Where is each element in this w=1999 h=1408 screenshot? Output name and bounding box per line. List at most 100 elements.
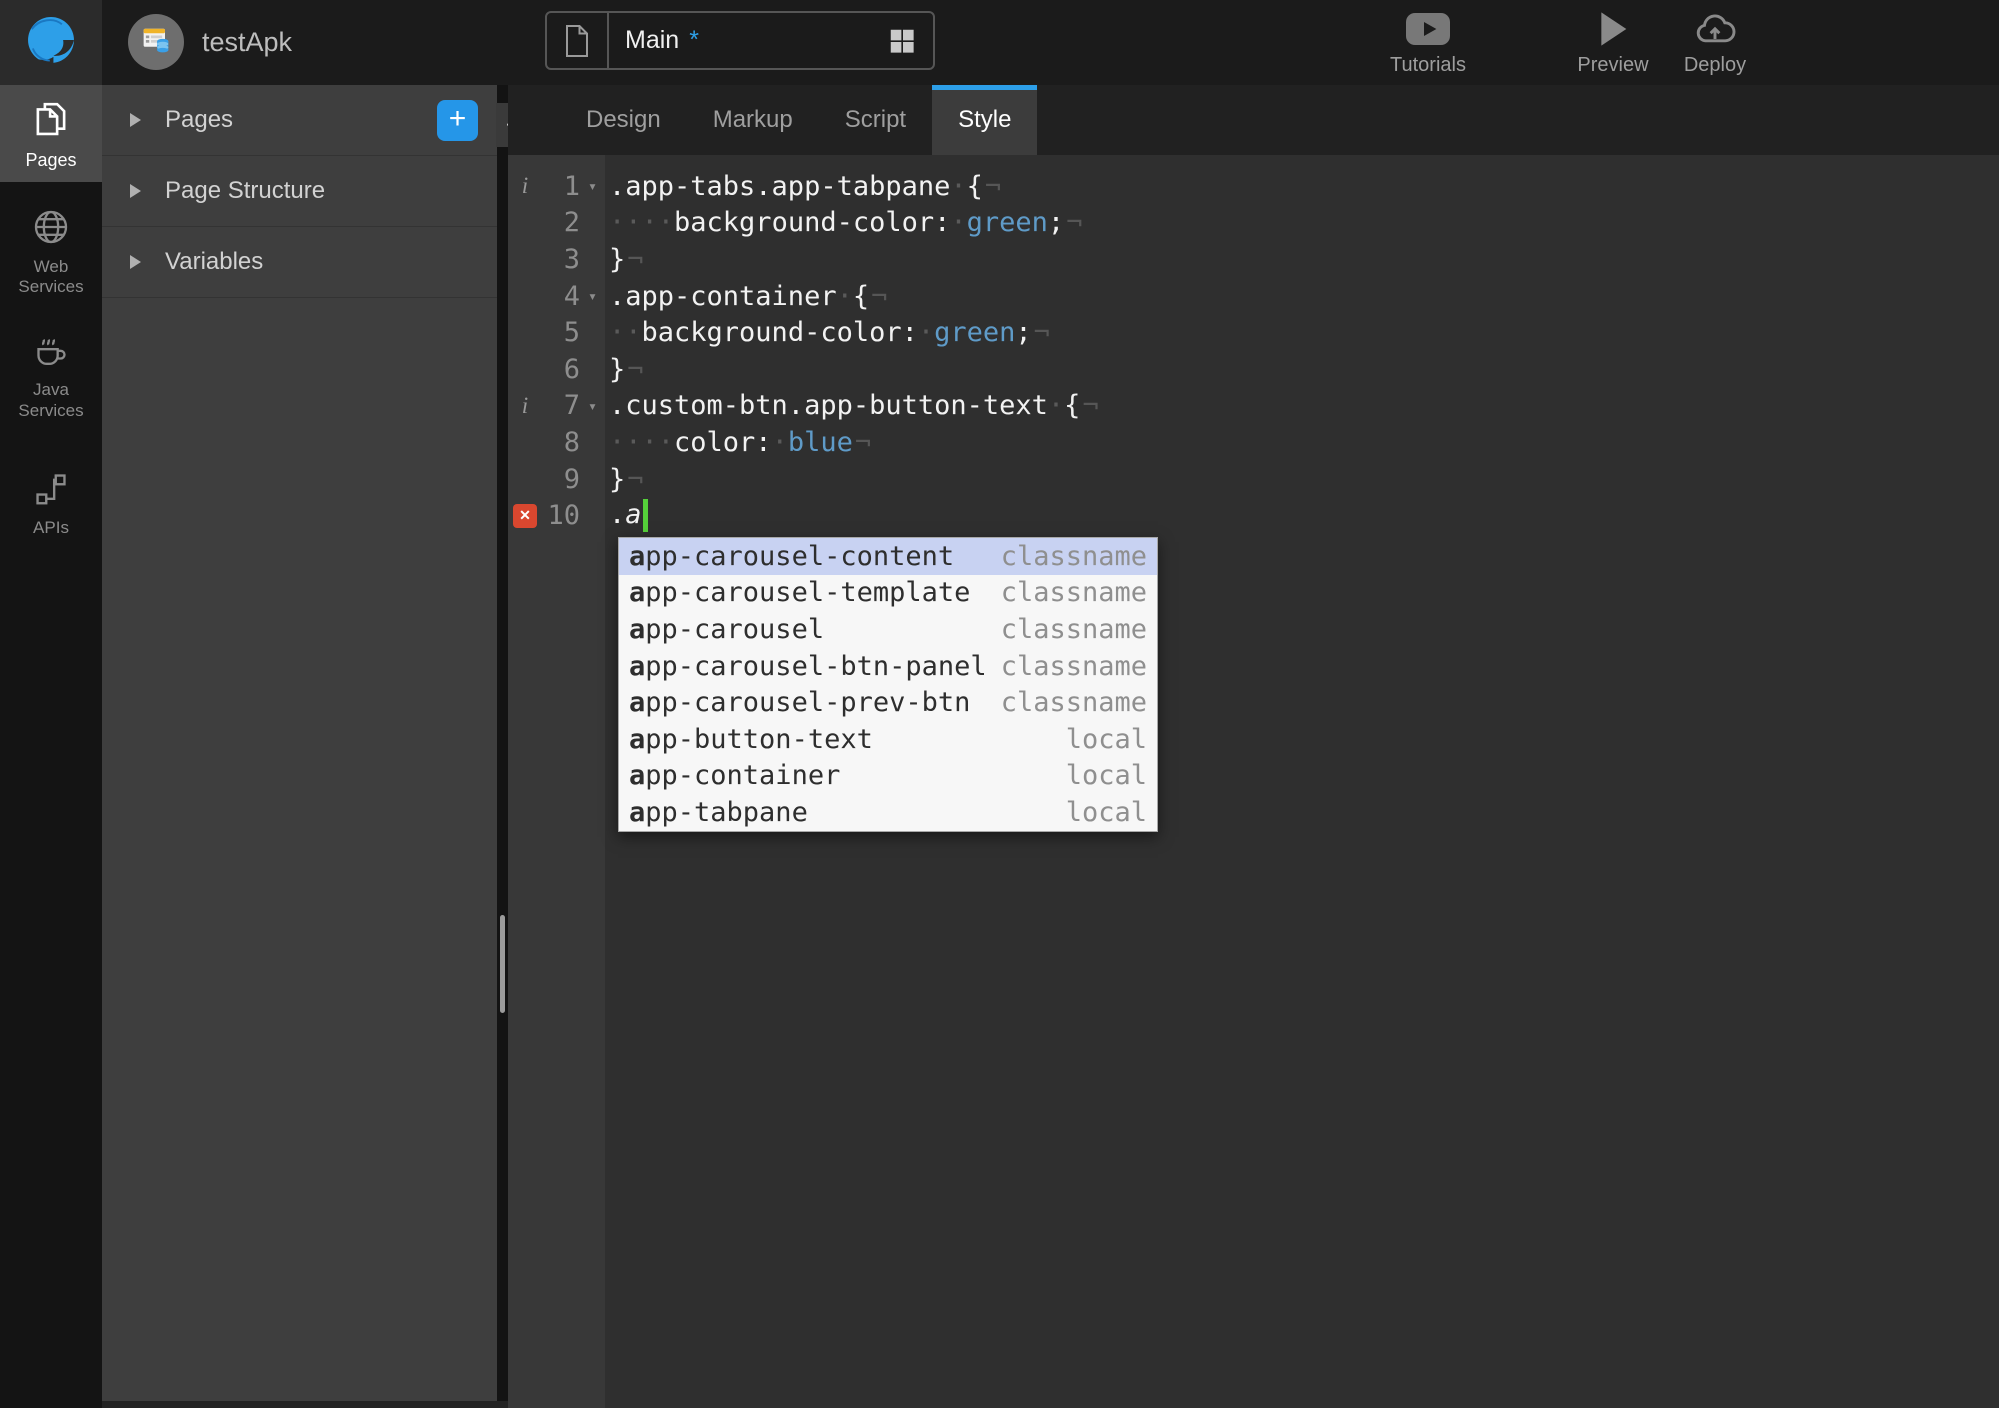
- section-variables[interactable]: Variables: [102, 227, 497, 298]
- code-text: .a: [605, 499, 648, 533]
- code-text: }¬: [609, 463, 644, 495]
- error-gutter-icon[interactable]: ✕: [513, 503, 537, 528]
- autocomplete-item[interactable]: app-button-text local: [619, 721, 1157, 758]
- autocomplete-item[interactable]: app-carousel classname: [619, 611, 1157, 648]
- suggestion-name: app-carousel-template: [629, 577, 971, 609]
- section-page-structure-label: Page Structure: [165, 177, 326, 204]
- tutorials-button[interactable]: Tutorials: [1368, 8, 1488, 77]
- code-line[interactable]: i 1 ▾ .app-tabs.app-tabpane·{¬: [508, 168, 1999, 205]
- code-line[interactable]: 6}¬: [508, 351, 1999, 388]
- cloud-upload-icon: [1692, 8, 1738, 50]
- autocomplete-item[interactable]: app-carousel-prev-btn classname: [619, 684, 1157, 721]
- suggestion-kind: classname: [1000, 577, 1147, 609]
- rail-label-java-services: Java Services: [18, 380, 84, 420]
- fold-arrow-icon[interactable]: ▾: [580, 397, 605, 415]
- code-line[interactable]: 2 ····background-color:·green;¬: [508, 205, 1999, 242]
- code-text: .custom-btn.app-button-text·{¬: [609, 390, 1099, 422]
- info-gutter-icon[interactable]: i: [522, 393, 528, 419]
- code-text: .app-tabs.app-tabpane·{¬: [609, 170, 1002, 202]
- code-text: .app-container·{¬: [609, 280, 888, 312]
- suggestion-kind: local: [1065, 723, 1147, 755]
- add-page-button[interactable]: +: [437, 99, 478, 141]
- unsaved-marker: *: [689, 26, 699, 54]
- vertical-scrollbar[interactable]: [500, 915, 505, 1013]
- rail-item-java-services[interactable]: Java Services: [0, 317, 102, 431]
- deploy-label: Deploy: [1683, 54, 1747, 76]
- preview-label: Preview: [1577, 54, 1649, 76]
- collapsed-arrow-icon: [130, 184, 141, 198]
- line-number: 2: [563, 207, 580, 239]
- autocomplete-item[interactable]: app-carousel-content classname: [619, 538, 1157, 575]
- code-text: ··background-color:·green;¬: [609, 317, 1050, 349]
- pages-icon: [30, 98, 72, 145]
- section-pages-label: Pages: [165, 106, 234, 133]
- api-nodes-icon: [32, 470, 70, 513]
- line-number: 9: [563, 463, 580, 495]
- play-icon: [1595, 8, 1631, 50]
- wave-logo-icon: [22, 11, 80, 74]
- autocomplete-dropdown: app-carousel-content classname app-carouse…: [618, 537, 1158, 832]
- suggestion-kind: classname: [1000, 650, 1147, 682]
- autocomplete-item[interactable]: app-tabpane local: [619, 794, 1157, 831]
- code-line[interactable]: 5 ··background-color:·green;¬: [508, 314, 1999, 351]
- code-line[interactable]: 9 }¬: [508, 461, 1999, 498]
- section-pages[interactable]: Pages +: [102, 85, 497, 156]
- wavemaker-studio: testApk Main * Tutorials Preview Deploy …: [0, 0, 1999, 1408]
- autocomplete-item[interactable]: app-carousel-btn-panel classname: [619, 648, 1157, 685]
- line-number: 8: [563, 426, 580, 458]
- logo-button[interactable]: [0, 0, 102, 85]
- suggestion-name: app-carousel-prev-btn: [629, 687, 971, 719]
- pages-grid-icon[interactable]: [887, 13, 933, 68]
- top-bar: testApk Main * Tutorials Preview Deploy: [0, 0, 1999, 85]
- autocomplete-item[interactable]: app-container local: [619, 758, 1157, 795]
- tab-markup[interactable]: Markup: [687, 85, 819, 155]
- editor-tab-bar: Design Markup Script Style: [508, 85, 1999, 155]
- suggestion-kind: local: [1065, 796, 1147, 828]
- project-table-db-icon: [138, 22, 174, 63]
- line-number: 3: [563, 243, 580, 275]
- code-text: ····background-color:·green;¬: [609, 207, 1083, 239]
- code-line[interactable]: ✕ 10 .a: [508, 497, 1999, 534]
- tab-style[interactable]: Style: [932, 85, 1038, 155]
- left-icon-rail: Pages Web Services Java Services APIs: [0, 85, 102, 1408]
- project-avatar[interactable]: [128, 14, 184, 70]
- deploy-button[interactable]: Deploy: [1655, 8, 1775, 77]
- autocomplete-item[interactable]: app-carousel-template classname: [619, 575, 1157, 612]
- text-cursor: [642, 499, 648, 533]
- line-number: 4: [563, 280, 580, 312]
- pages-panel: Pages + Page Structure Variables: [102, 85, 497, 1401]
- line-number: 1: [563, 170, 580, 202]
- rail-item-pages[interactable]: Pages: [0, 85, 102, 182]
- code-lines: i 1 ▾ .app-tabs.app-tabpane·{¬ 2 ····backgrou…: [508, 168, 1999, 534]
- page-tab-label: Main: [625, 26, 680, 54]
- line-number: 6: [563, 353, 580, 385]
- code-line[interactable]: 4 ▾ .app-container·{¬: [508, 278, 1999, 315]
- suggestion-name: app-carousel: [629, 613, 825, 645]
- project-title: testApk: [202, 27, 293, 57]
- collapsed-arrow-icon: [130, 113, 141, 127]
- code-text: }¬: [609, 243, 644, 275]
- open-page-tab[interactable]: Main *: [545, 11, 935, 70]
- fold-arrow-icon[interactable]: ▾: [580, 177, 605, 195]
- code-line[interactable]: i 7 ▾ .custom-btn.app-button-text·{¬: [508, 388, 1999, 425]
- section-variables-label: Variables: [165, 248, 264, 275]
- code-line[interactable]: 8 ····color:·blue¬: [508, 424, 1999, 461]
- section-page-structure[interactable]: Page Structure: [102, 156, 497, 227]
- rail-item-apis[interactable]: APIs: [0, 457, 102, 548]
- code-line[interactable]: 3 }¬: [508, 241, 1999, 278]
- info-gutter-icon[interactable]: i: [522, 173, 528, 199]
- tab-script[interactable]: Script: [819, 85, 932, 155]
- tab-design[interactable]: Design: [560, 85, 687, 155]
- rail-label-pages: Pages: [25, 150, 77, 170]
- line-number: 7: [563, 390, 580, 422]
- panel-editor-divider: [497, 85, 508, 1401]
- rail-label-apis: APIs: [33, 518, 69, 538]
- suggestion-name: app-container: [629, 760, 841, 792]
- line-number: 10: [547, 500, 580, 532]
- suggestion-name: app-carousel-btn-panel: [629, 650, 987, 682]
- globe-icon: [31, 207, 71, 252]
- code-text: ····color:·blue¬: [609, 426, 872, 458]
- fold-arrow-icon[interactable]: ▾: [580, 287, 605, 305]
- page-file-icon[interactable]: [547, 13, 609, 68]
- rail-item-web-services[interactable]: Web Services: [0, 194, 102, 308]
